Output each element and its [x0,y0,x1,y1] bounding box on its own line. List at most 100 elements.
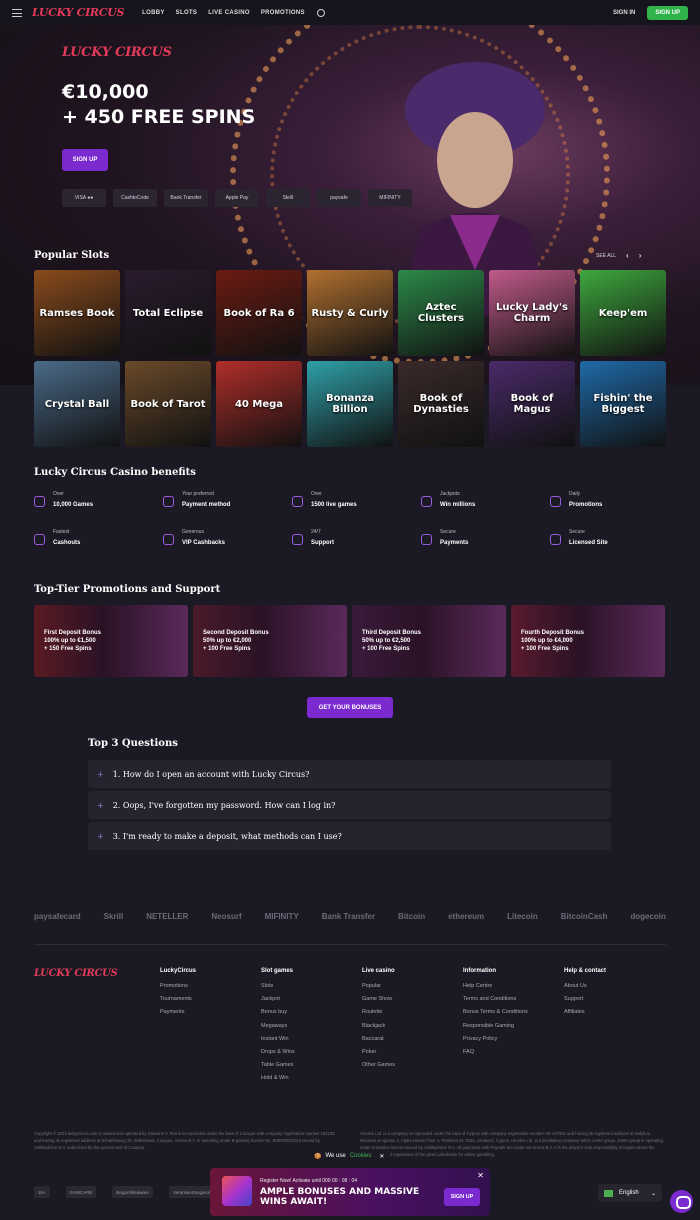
benefit-item: Daily Promotions [550,490,679,510]
get-bonuses-button[interactable]: GET YOUR BONUSES [307,697,393,718]
faq-question: 3. I'm ready to make a deposit, what met… [112,831,342,841]
slot-tile[interactable]: Bonanza Billion [307,361,393,447]
slot-tile[interactable]: Book of Magus [489,361,575,447]
next-arrow-icon[interactable]: › [639,251,642,260]
footer-columns: LuckyCircus Promotions Tournaments Payments… [160,968,665,1089]
prev-arrow-icon[interactable]: ‹ [626,251,629,260]
banner-close-icon[interactable]: ✕ [477,1171,484,1180]
hero-sign-up-button[interactable]: SIGN UP [62,149,108,171]
payment-logo: paysafecard [34,912,81,921]
slot-tile[interactable]: Book of Tarot [125,361,211,447]
benefit-caption: Daily [569,491,581,497]
sign-up-button[interactable]: SIGN UP [647,5,688,20]
footer-link[interactable]: Help Centre [463,983,564,996]
footer-link[interactable]: Baccarat [362,1036,463,1049]
nav-promotions[interactable]: PROMOTIONS [261,10,305,16]
faq-item[interactable]: +1. How do I open an account with Lucky … [88,760,611,788]
promotion-card[interactable]: Third Deposit Bonus 50% up to €2,500 + 100… [352,605,506,677]
footer-link[interactable]: Hold & Win [261,1075,362,1088]
banner-sign-up-button[interactable]: SIGN UP [444,1188,480,1206]
footer-link[interactable]: Promotions [160,983,261,996]
nav-live-casino[interactable]: LIVE CASINO [208,10,250,16]
benefit-text: Over 1500 live games [311,490,357,510]
benefit-caption: 24/7 [311,529,321,535]
benefit-label: Promotions [569,502,603,508]
footer-link[interactable]: Tournaments [160,996,261,1009]
promotion-card[interactable]: Fourth Deposit Bonus 100% up to €4,000 + 1… [511,605,665,677]
promotion-card[interactable]: First Deposit Bonus 100% up to €1,500 + 15… [34,605,188,677]
slot-tile[interactable]: Lucky Lady's Charm [489,270,575,356]
footer-link[interactable]: Jackpot [261,996,362,1009]
benefit-caption: Secure [440,529,456,535]
footer-link[interactable]: Table Games [261,1062,362,1075]
logo[interactable]: LUCKY CIRCUS [32,6,124,19]
payment-methods: VISA ●● CashtoCode Bank Transfer Apple P… [62,189,412,207]
cookies-link[interactable]: Cookies [350,1153,372,1159]
footer-link[interactable]: Popular [362,983,463,996]
language-selector[interactable]: English ⌄ [598,1184,662,1202]
slot-tile[interactable]: Keep'em [580,270,666,356]
footer-link[interactable]: Payments [160,1009,261,1022]
promo-spins: + 100 Free Spins [521,646,569,652]
benefit-item: Secure Payments [421,528,550,548]
begambleaware-badge: Begambleaware [112,1186,153,1198]
cookie-close-icon[interactable]: ✕ [379,1153,384,1160]
footer-link[interactable]: Blackjack [362,1023,463,1036]
footer-link[interactable]: Poker [362,1049,463,1062]
slot-tile[interactable]: Book of Dynasties [398,361,484,447]
footer-link[interactable]: Responsible Gaming [463,1023,564,1036]
footer-link[interactable]: Slots [261,983,362,996]
footer-link[interactable]: Megaways [261,1023,362,1036]
benefit-caption: Jackpots [440,491,460,497]
banner-headline: AMPLE BONUSES AND MASSIVE WINS AWAIT! [260,1187,420,1207]
benefit-label: Licensed Site [569,540,608,546]
slot-tile[interactable]: Crystal Ball [34,361,120,447]
footer-logo[interactable]: LUCKY CIRCUS [34,968,118,979]
slot-tile[interactable]: Aztec Clusters [398,270,484,356]
payment-logo: Bitcoin [398,912,426,921]
footer-link[interactable]: Drops & Wins [261,1049,362,1062]
gamcare-badge: GAMCARE [65,1186,97,1198]
apple-pay-logo: Apple Pay [215,189,259,207]
footer-link[interactable]: Privacy Policy [463,1036,564,1049]
footer-link[interactable]: FAQ [463,1049,564,1062]
benefit-label: Win millions [440,502,476,508]
slot-tile[interactable]: Book of Ra 6 [216,270,302,356]
slot-tile[interactable]: Fishin' the Biggest [580,361,666,447]
plus-icon: + [97,800,104,810]
see-all-link[interactable]: SEE ALL [596,253,616,259]
slot-tile[interactable]: Total Eclipse [125,270,211,356]
slot-tile[interactable]: Rusty & Curly [307,270,393,356]
slot-tile[interactable]: Ramses Book [34,270,120,356]
plus-icon: + [97,769,104,779]
footer-link[interactable]: About Us [564,983,665,996]
faq-question: 1. How do I open an account with Lucky C… [112,769,310,779]
menu-icon[interactable] [12,8,22,17]
footer-link[interactable]: Instant Win [261,1036,362,1049]
chat-icon[interactable] [670,1190,693,1213]
footer-link[interactable]: Other Games [362,1062,463,1075]
nav-lobby[interactable]: LOBBY [142,10,165,16]
promotion-card[interactable]: Second Deposit Bonus 50% up to €2,000 + 10… [193,605,347,677]
benefit-text: Secure Payments [440,528,468,548]
register-banner: Register Now! Activate until 000 00 : 08… [210,1168,490,1216]
promo-offer: 100% up to €1,500 [44,638,96,644]
footer-link[interactable]: Support [564,996,665,1009]
nav-slots[interactable]: SLOTS [176,10,198,16]
faq-item[interactable]: +2. Oops, I've forgotten my password. Ho… [88,791,611,819]
slot-tile[interactable]: 40 Mega [216,361,302,447]
footer-link[interactable]: Bonus buy [261,1009,362,1022]
sign-in-link[interactable]: SIGN IN [613,10,635,16]
promotions-row: First Deposit Bonus 100% up to €1,500 + 15… [34,605,665,677]
footer-link[interactable]: Bonus Terms & Conditions [463,1009,564,1022]
footer-link[interactable]: Affiliates [564,1009,665,1022]
cookie-notice: 🍪 We use Cookies ✕ [308,1149,391,1163]
benefit-icon [421,496,432,507]
footer-link[interactable]: Roulette [362,1009,463,1022]
search-icon[interactable] [316,8,325,17]
footer-link[interactable]: Game Show [362,996,463,1009]
footer-link[interactable]: Terms and Conditions [463,996,564,1009]
language-flag-icon [604,1189,613,1197]
faq-item[interactable]: +3. I'm ready to make a deposit, what me… [88,822,611,850]
skrill-logo: Skrill [266,189,310,207]
